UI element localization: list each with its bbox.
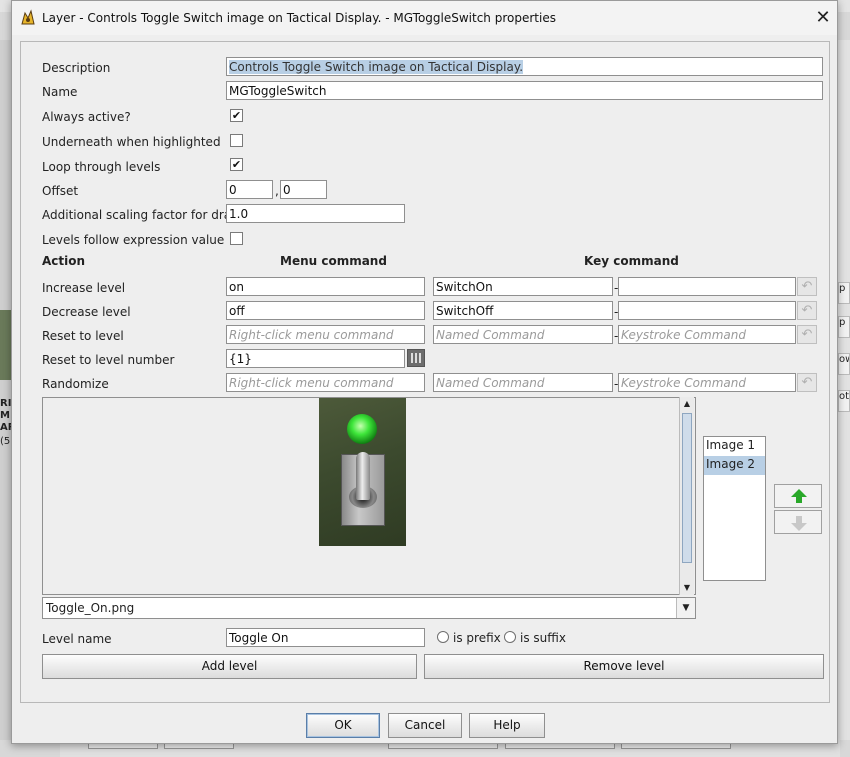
reset-level-number-field[interactable]: {1} — [226, 349, 405, 368]
image-preview — [42, 397, 696, 595]
menu-command-header: Menu command — [280, 254, 387, 268]
scroll-thumb[interactable] — [682, 413, 692, 563]
scroll-down-icon[interactable]: ▼ — [680, 581, 694, 595]
properties-dialog: Layer - Controls Toggle Switch image on … — [11, 0, 838, 744]
decrease-key-field[interactable] — [618, 301, 796, 320]
help-button[interactable]: Help — [469, 713, 545, 738]
increase-key-field[interactable] — [618, 277, 796, 296]
action-header: Action — [42, 254, 86, 268]
name-field[interactable]: MGToggleSwitch — [226, 81, 823, 100]
background-text: M — [0, 410, 10, 421]
offset-label: Offset — [42, 184, 79, 198]
decrease-named-field[interactable]: SwitchOff — [433, 301, 613, 320]
window-title: Layer - Controls Toggle Switch image on … — [42, 11, 556, 25]
level-name-field[interactable]: Toggle On — [226, 628, 425, 647]
reset-named-field[interactable]: Named Command — [433, 325, 613, 344]
cancel-button[interactable]: Cancel — [388, 713, 462, 738]
background-button: ott — [838, 390, 850, 412]
scaling-field[interactable]: 1.0 — [226, 204, 405, 223]
description-field[interactable]: Controls Toggle Switch image on Tactical… — [226, 57, 823, 76]
properties-panel: Description Controls Toggle Switch image… — [20, 41, 830, 703]
always-active-label: Always active? — [42, 110, 131, 124]
description-label: Description — [42, 61, 111, 75]
add-level-button[interactable]: Add level — [42, 654, 417, 679]
randomize-label: Randomize — [42, 377, 109, 391]
increase-menu-field[interactable]: on — [226, 277, 425, 296]
decrease-menu-field[interactable]: off — [226, 301, 425, 320]
follow-expression-label: Levels follow expression value — [42, 233, 225, 247]
switch-lever — [356, 452, 370, 500]
background-button: ow — [838, 353, 850, 375]
reset-level-label: Reset to level — [42, 329, 124, 343]
background-text: (5 — [0, 436, 11, 447]
background-button: p — [838, 316, 850, 338]
level-name-label: Level name — [42, 632, 112, 646]
ok-button[interactable]: OK — [306, 713, 380, 738]
background-button: p — [838, 282, 850, 304]
name-label: Name — [42, 85, 78, 99]
prefix-label: is prefix — [453, 631, 501, 645]
image-file-value: Toggle_On.png — [46, 601, 135, 615]
loop-checkbox[interactable]: ✔ — [230, 158, 243, 171]
app-icon — [21, 9, 35, 25]
always-active-checkbox[interactable]: ✔ — [230, 109, 243, 122]
reset-menu-field[interactable]: Right-click menu command — [226, 325, 425, 344]
image-file-select[interactable]: Toggle_On.png ▼ — [42, 597, 696, 619]
reset-key-field[interactable]: Keystroke Command — [618, 325, 796, 344]
undo-icon[interactable]: ↶ — [797, 277, 817, 296]
description-value: Controls Toggle Switch image on Tactical… — [229, 60, 524, 74]
prefix-radio[interactable] — [437, 631, 449, 643]
underneath-label: Underneath when highlighted — [42, 135, 221, 149]
calculator-icon[interactable] — [407, 349, 425, 367]
decrease-level-label: Decrease level — [42, 305, 131, 319]
randomize-key-field[interactable]: Keystroke Command — [618, 373, 796, 392]
toggle-switch-image — [319, 398, 406, 546]
up-arrow-icon[interactable] — [774, 484, 822, 508]
background-text: RI — [0, 398, 12, 409]
offset-separator: , — [275, 184, 279, 198]
suffix-label: is suffix — [520, 631, 566, 645]
list-item[interactable]: Image 2 — [704, 456, 765, 475]
down-arrow-icon[interactable] — [774, 510, 822, 534]
increase-level-label: Increase level — [42, 281, 126, 295]
follow-expression-checkbox[interactable] — [230, 232, 243, 245]
list-item[interactable]: Image 1 — [704, 437, 765, 456]
randomize-named-field[interactable]: Named Command — [433, 373, 613, 392]
offset-y-field[interactable]: 0 — [280, 180, 327, 199]
undo-icon[interactable]: ↶ — [797, 373, 817, 392]
reset-level-number-label: Reset to level number — [42, 353, 175, 367]
scaling-label: Additional scaling factor for draw — [42, 208, 241, 222]
remove-level-button[interactable]: Remove level — [424, 654, 824, 679]
increase-named-field[interactable]: SwitchOn — [433, 277, 613, 296]
undo-icon[interactable]: ↶ — [797, 301, 817, 320]
chevron-down-icon[interactable]: ▼ — [676, 598, 695, 618]
scroll-up-icon[interactable]: ▲ — [680, 397, 694, 411]
title-bar[interactable]: Layer - Controls Toggle Switch image on … — [12, 1, 837, 35]
offset-x-field[interactable]: 0 — [226, 180, 273, 199]
image-list[interactable]: Image 1 Image 2 — [703, 436, 766, 581]
loop-label: Loop through levels — [42, 160, 161, 174]
suffix-radio[interactable] — [504, 631, 516, 643]
green-led — [347, 414, 377, 444]
close-icon[interactable]: ✕ — [810, 5, 836, 31]
undo-icon[interactable]: ↶ — [797, 325, 817, 344]
randomize-menu-field[interactable]: Right-click menu command — [226, 373, 425, 392]
key-command-header: Key command — [584, 254, 679, 268]
preview-scrollbar[interactable]: ▲ ▼ — [679, 397, 694, 595]
underneath-checkbox[interactable] — [230, 134, 243, 147]
